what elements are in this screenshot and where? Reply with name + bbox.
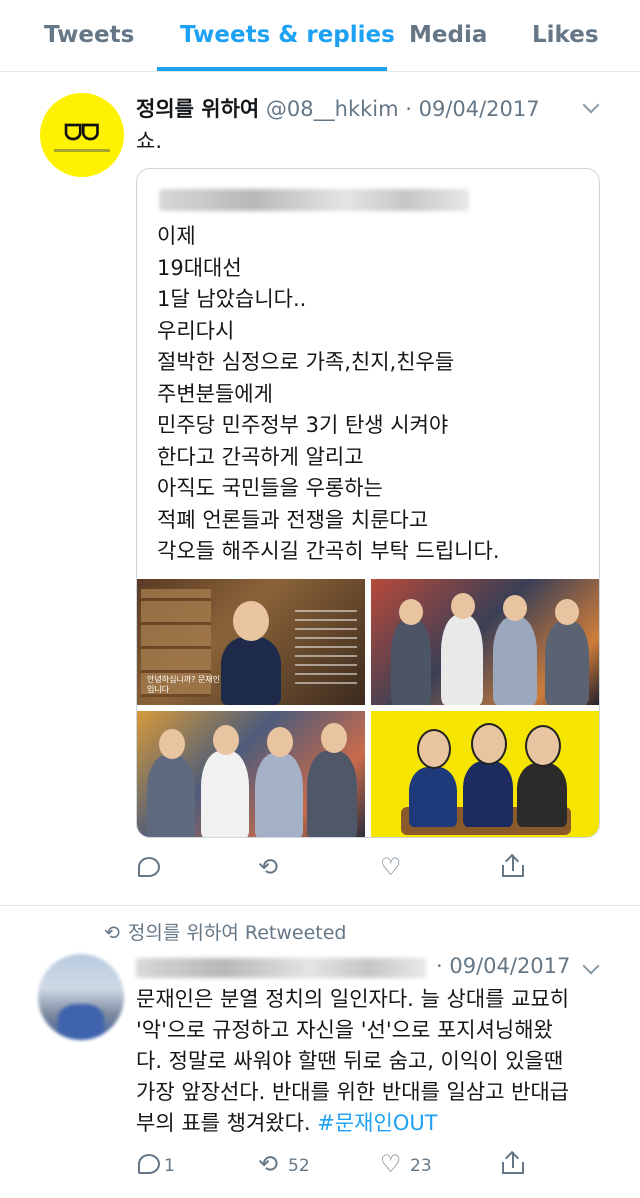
media-image[interactable] <box>137 711 365 837</box>
card-line: 각오들 해주시길 간곡히 부탁 드립니다. <box>157 539 500 563</box>
card-line: 1달 남았습니다.. <box>157 287 307 311</box>
share-icon[interactable] <box>502 1150 524 1174</box>
schedule-text-overlay <box>295 605 357 691</box>
tab-tweets[interactable]: Tweets <box>44 22 134 48</box>
retweet-count: 52 <box>288 1156 310 1176</box>
card-line: 민주당 민주정부 3기 탄생 시켜야 <box>157 413 449 437</box>
card-line: 이제 <box>157 224 196 248</box>
chevron-down-icon[interactable] <box>582 957 600 975</box>
person-head <box>451 593 475 619</box>
avatar[interactable]: ᗜᗜ <box>40 93 124 177</box>
cartoon-person <box>463 761 513 827</box>
tweet-header: 정의를 위하여 @08__hkkim · 09/04/2017 <box>136 93 540 123</box>
retweet-icon[interactable]: ⟲ <box>258 1152 278 1176</box>
text-line: 문재인은 분열 정치의 일인자다. 늘 상대를 교묘히 <box>136 987 570 1011</box>
person-figure <box>545 621 589 705</box>
active-tab-indicator <box>157 67 387 71</box>
person-figure <box>147 755 195 837</box>
retweet-indicator: ⟲ 정의를 위하여 Retweeted <box>104 918 347 945</box>
card-text: 이제 19대대선 1달 남았습니다.. 우리다시 절박한 심정으로 가족,친지,… <box>157 221 500 568</box>
person-head <box>399 599 423 625</box>
avatar-figure <box>58 1004 104 1040</box>
reply-icon[interactable] <box>138 857 160 877</box>
media-image[interactable]: 안녕하십니까? 문재인입니다 <box>137 579 365 705</box>
logo-icon: ᗜᗜ <box>64 121 100 146</box>
text-line: '악'으로 규정하고 자신을 '선'으로 포지셔닝해왔 <box>136 1018 553 1042</box>
person-figure <box>201 751 249 837</box>
media-image[interactable] <box>371 579 599 705</box>
cartoon-person <box>517 763 567 827</box>
handle-date: @08__hkkim · 09/04/2017 <box>265 97 540 121</box>
cartoon-head <box>417 729 451 769</box>
cartoon-person <box>409 767 457 827</box>
person-head <box>503 595 527 621</box>
cartoon-head <box>471 723 507 765</box>
display-name[interactable]: 정의를 위하여 <box>136 97 259 121</box>
media-image[interactable] <box>371 711 599 837</box>
tweet[interactable]: ⟲ 정의를 위하여 Retweeted · 09/04/2017 문재인은 분열 … <box>0 906 640 1198</box>
person-head <box>233 601 269 641</box>
person-head <box>321 723 347 753</box>
tweet[interactable]: ᗜᗜ 정의를 위하여 @08__hkkim · 09/04/2017 쇼. 이제… <box>0 73 640 906</box>
person-figure <box>221 637 281 705</box>
like-icon[interactable]: ♡ <box>380 1152 402 1176</box>
profile-tabs: Tweets Tweets & replies Media Likes <box>0 0 640 72</box>
text-line: 다. 정말로 싸워야 할땐 뒤로 숨고, 이익이 있을땐 <box>136 1049 564 1073</box>
tweet-text: 문재인은 분열 정치의 일인자다. 늘 상대를 교묘히 '악'으로 규정하고 자… <box>136 984 606 1139</box>
text-fragment: 부의 표를 챙겨왔다. <box>136 1111 318 1135</box>
text-line: 부의 표를 챙겨왔다. #문재인OUT <box>136 1108 606 1139</box>
logo-subtext <box>54 149 110 152</box>
card-line: 절박한 심정으로 가족,친지,친우들 <box>157 350 455 374</box>
person-figure <box>493 617 537 705</box>
reply-count: 1 <box>164 1156 175 1176</box>
person-figure <box>255 753 303 837</box>
card-line: 아직도 국민들을 우롱하는 <box>157 476 383 500</box>
hashtag-link[interactable]: #문재인OUT <box>317 1111 437 1135</box>
person-head <box>213 725 239 755</box>
share-icon[interactable] <box>502 853 524 877</box>
card-line: 한다고 간곡하게 알리고 <box>157 444 364 469</box>
avatar[interactable] <box>38 954 124 1040</box>
card-line: 주변분들에게 <box>157 381 273 406</box>
reply-icon[interactable] <box>138 1154 160 1174</box>
chevron-down-icon[interactable] <box>582 96 600 114</box>
tweet-actions: 1 ⟲ 52 ♡ 23 <box>0 1150 640 1180</box>
retweet-icon: ⟲ <box>104 922 120 944</box>
text-line: 가장 앞장선다. 반대를 위한 반대를 일삼고 반대급 <box>136 1080 570 1104</box>
person-figure <box>441 615 483 705</box>
card-line: 우리다시 <box>157 318 235 343</box>
person-figure <box>391 619 431 705</box>
tab-media[interactable]: Media <box>409 22 487 48</box>
quoted-card[interactable]: 이제 19대대선 1달 남았습니다.. 우리다시 절박한 심정으로 가족,친지,… <box>136 168 600 838</box>
blurred-username <box>136 958 426 978</box>
image-caption: 안녕하십니까? 문재인입니다 <box>147 675 221 694</box>
like-icon[interactable]: ♡ <box>380 855 402 879</box>
cartoon-head <box>525 725 561 767</box>
tweet-date: · 09/04/2017 <box>436 954 571 978</box>
like-count: 23 <box>410 1156 432 1176</box>
tab-tweets-replies[interactable]: Tweets & replies <box>180 22 395 48</box>
card-line: 적폐 언론들과 전쟁을 치룬다고 <box>157 507 429 532</box>
tweet-text: 쇼. <box>136 129 162 153</box>
tab-likes[interactable]: Likes <box>532 22 599 48</box>
person-head <box>267 727 293 757</box>
person-head <box>159 729 185 759</box>
retweeted-by[interactable]: 정의를 위하여 Retweeted <box>128 922 347 944</box>
blurred-header <box>159 189 469 211</box>
card-line: 19대대선 <box>157 255 242 280</box>
person-figure <box>307 751 357 837</box>
retweet-icon[interactable]: ⟲ <box>258 855 278 879</box>
person-head <box>555 599 579 625</box>
tweet-actions: ⟲ ♡ <box>0 853 640 883</box>
